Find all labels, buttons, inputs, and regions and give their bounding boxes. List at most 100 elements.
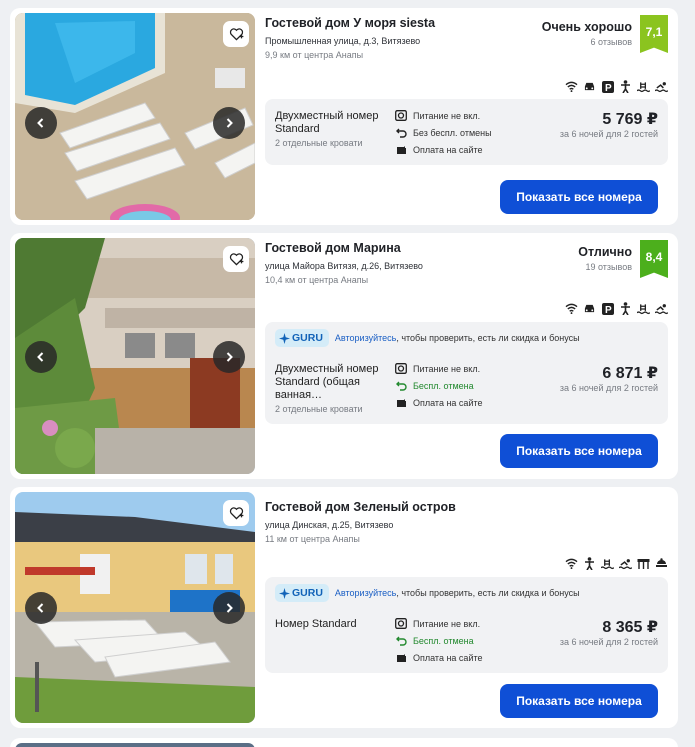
- child-icon: [619, 80, 632, 93]
- price-note: за 6 ночей для 2 гостей: [559, 129, 658, 139]
- score-badge: 8,4: [640, 240, 668, 278]
- wallet-icon: [395, 145, 407, 155]
- swim-icon: [655, 302, 668, 315]
- chevron-right-icon: [226, 352, 233, 362]
- price-note: за 6 ночей для 2 гостей: [559, 383, 658, 393]
- meal-text: Питание не вкл.: [413, 110, 481, 121]
- favorite-button[interactable]: [223, 246, 249, 272]
- next-photo-button[interactable]: [213, 592, 245, 624]
- hotel-address: Промышленная улица, д.3, Витязево: [265, 36, 421, 46]
- hotel-photo[interactable]: [15, 13, 255, 220]
- favorite-button[interactable]: [223, 500, 249, 526]
- guru-message: , чтобы проверить, есть ли скидка и бону…: [396, 333, 580, 343]
- free-cancel-icon: [395, 381, 407, 391]
- rating-label: Очень хорошо: [541, 20, 632, 34]
- swim-icon: [655, 80, 668, 93]
- hotel-distance: 9,9 км от центра Анапы: [265, 50, 364, 60]
- free-cancel-icon: [395, 636, 407, 646]
- hotel-card[interactable]: Гостевой дом У моря siesta Промышленная …: [10, 8, 678, 225]
- login-link[interactable]: Авторизуйтесь: [335, 588, 396, 598]
- hotel-name[interactable]: Гостевой дом Зеленый остров: [265, 500, 456, 514]
- show-rooms-button[interactable]: Показать все номера: [500, 684, 658, 718]
- room-offer[interactable]: GURU Авторизуйтесь, чтобы проверить, ест…: [265, 322, 668, 424]
- wifi-icon: [565, 557, 578, 570]
- payment-text: Оплата на сайте: [413, 144, 483, 155]
- next-photo-button[interactable]: [213, 107, 245, 139]
- wifi-icon: [565, 80, 578, 93]
- chevron-left-icon: [37, 352, 44, 362]
- svg-text:P: P: [605, 83, 612, 93]
- wallet-icon: [395, 398, 407, 408]
- hotel-distance: 10,4 км от центра Анапы: [265, 275, 369, 285]
- meal-text: Питание не вкл.: [413, 363, 481, 374]
- hotel-address: улица Майора Витязя, д.26, Витязево: [265, 261, 423, 271]
- hotel-card[interactable]: Гостевой дом Зеленый остров улица Динска…: [10, 487, 678, 728]
- chevron-left-icon: [37, 118, 44, 128]
- car-icon: [583, 80, 596, 93]
- hotel-name[interactable]: Гостевой дом У моря siesta: [265, 16, 435, 30]
- hotel-card[interactable]: Гостевой дом Марина улица Майора Витязя,…: [10, 233, 678, 479]
- login-link[interactable]: Авторизуйтесь: [335, 333, 396, 343]
- meal-icon: [395, 618, 407, 629]
- price: 5 769 ₽: [602, 111, 658, 128]
- hotel-address: улица Динская, д.25, Витязево: [265, 520, 394, 530]
- room-name: Двухместный номер Standard (общая ванная…: [275, 363, 379, 401]
- room-offer[interactable]: GURU Авторизуйтесь, чтобы проверить, ест…: [265, 577, 668, 673]
- prev-photo-button[interactable]: [25, 107, 57, 139]
- cancel-text: Беспл. отмена: [413, 380, 474, 391]
- favorite-button[interactable]: [223, 21, 249, 47]
- wifi-icon: [565, 302, 578, 315]
- parking-icon: P: [601, 302, 614, 315]
- room-offer[interactable]: Двухместный номер Standard 2 отдельные к…: [265, 99, 668, 165]
- heart-plus-icon: [229, 28, 243, 41]
- amenities: P: [565, 302, 668, 315]
- sparkle-icon: [279, 332, 290, 344]
- meal-icon: [395, 110, 407, 121]
- guru-badge: GURU: [275, 584, 329, 602]
- sparkle-icon: [279, 587, 290, 599]
- hotel-photo[interactable]: [15, 238, 255, 474]
- meal-icon: [395, 363, 407, 374]
- chevron-right-icon: [226, 118, 233, 128]
- show-rooms-button[interactable]: Показать все номера: [500, 434, 658, 468]
- prev-photo-button[interactable]: [25, 592, 57, 624]
- kitchen-icon: [655, 557, 668, 570]
- chevron-right-icon: [226, 603, 233, 613]
- amenities: P: [565, 80, 668, 93]
- guru-badge: GURU: [275, 329, 329, 347]
- svg-text:P: P: [605, 305, 612, 315]
- hotel-photo[interactable]: [15, 743, 255, 747]
- bed-info: 2 отдельные кровати: [275, 404, 363, 414]
- chevron-left-icon: [37, 603, 44, 613]
- child-icon: [619, 302, 632, 315]
- pool-icon: [601, 557, 614, 570]
- hotel-distance: 11 км от центра Анапы: [265, 534, 360, 544]
- cancel-text: Беспл. отмена: [413, 635, 474, 646]
- reviews-count[interactable]: 19 отзывов: [585, 262, 632, 272]
- heart-plus-icon: [229, 253, 243, 266]
- swim-icon: [619, 557, 632, 570]
- heart-plus-icon: [229, 507, 243, 520]
- pool-icon: [637, 80, 650, 93]
- guru-message: , чтобы проверить, есть ли скидка и бону…: [396, 588, 580, 598]
- show-rooms-button[interactable]: Показать все номера: [500, 180, 658, 214]
- restaurant-icon: [637, 557, 650, 570]
- child-icon: [583, 557, 596, 570]
- hotel-card[interactable]: [10, 738, 678, 747]
- prev-photo-button[interactable]: [25, 341, 57, 373]
- next-photo-button[interactable]: [213, 341, 245, 373]
- score-badge: 7,1: [640, 15, 668, 53]
- reviews-count[interactable]: 6 отзывов: [591, 37, 633, 47]
- pool-icon: [637, 302, 650, 315]
- rating-label: Отлично: [578, 245, 632, 259]
- amenities: [565, 557, 668, 570]
- payment-text: Оплата на сайте: [413, 652, 483, 663]
- hotel-photo[interactable]: [15, 492, 255, 723]
- price-note: за 6 ночей для 2 гостей: [559, 637, 658, 647]
- room-name: Номер Standard: [275, 618, 357, 630]
- parking-icon: P: [601, 80, 614, 93]
- car-icon: [583, 302, 596, 315]
- no-refund-icon: [395, 128, 407, 138]
- room-name: Двухместный номер Standard: [275, 110, 379, 135]
- hotel-name[interactable]: Гостевой дом Марина: [265, 241, 401, 255]
